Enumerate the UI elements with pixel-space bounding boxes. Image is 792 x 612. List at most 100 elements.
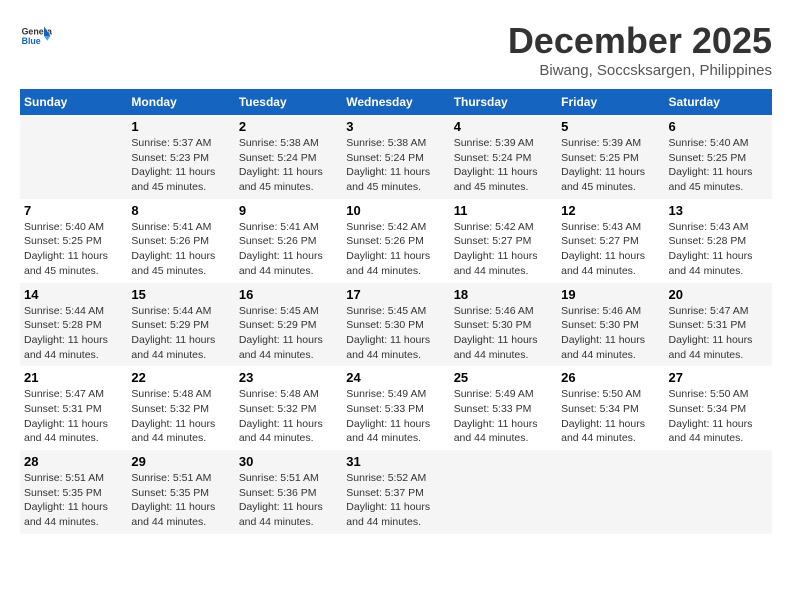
day-number: 21 <box>24 370 123 385</box>
day-number: 20 <box>669 287 768 302</box>
calendar-cell: 23 Sunrise: 5:48 AMSunset: 5:32 PMDayligh… <box>235 366 342 450</box>
day-info: Sunrise: 5:38 AMSunset: 5:24 PMDaylight:… <box>346 136 445 195</box>
weekday-header: Saturday <box>665 89 772 115</box>
weekday-header: Thursday <box>450 89 557 115</box>
day-number: 8 <box>131 203 230 218</box>
svg-text:Blue: Blue <box>22 36 41 46</box>
calendar-cell: 25 Sunrise: 5:49 AMSunset: 5:33 PMDayligh… <box>450 366 557 450</box>
day-info: Sunrise: 5:38 AMSunset: 5:24 PMDaylight:… <box>239 136 338 195</box>
logo-icon: General Blue <box>20 20 52 52</box>
calendar-body: 1 Sunrise: 5:37 AMSunset: 5:23 PMDaylight… <box>20 115 772 534</box>
calendar-week-row: 7 Sunrise: 5:40 AMSunset: 5:25 PMDaylight… <box>20 199 772 283</box>
day-number: 30 <box>239 454 338 469</box>
day-info: Sunrise: 5:44 AMSunset: 5:28 PMDaylight:… <box>24 304 123 363</box>
calendar-cell: 29 Sunrise: 5:51 AMSunset: 5:35 PMDayligh… <box>127 450 234 534</box>
day-number: 10 <box>346 203 445 218</box>
day-number: 12 <box>561 203 660 218</box>
day-info: Sunrise: 5:42 AMSunset: 5:26 PMDaylight:… <box>346 220 445 279</box>
calendar-cell: 17 Sunrise: 5:45 AMSunset: 5:30 PMDayligh… <box>342 283 449 367</box>
day-number: 2 <box>239 119 338 134</box>
calendar-cell: 14 Sunrise: 5:44 AMSunset: 5:28 PMDayligh… <box>20 283 127 367</box>
day-number: 17 <box>346 287 445 302</box>
day-number: 22 <box>131 370 230 385</box>
day-info: Sunrise: 5:41 AMSunset: 5:26 PMDaylight:… <box>131 220 230 279</box>
day-info: Sunrise: 5:40 AMSunset: 5:25 PMDaylight:… <box>669 136 768 195</box>
day-number: 29 <box>131 454 230 469</box>
calendar-cell: 22 Sunrise: 5:48 AMSunset: 5:32 PMDayligh… <box>127 366 234 450</box>
day-info: Sunrise: 5:41 AMSunset: 5:26 PMDaylight:… <box>239 220 338 279</box>
day-info: Sunrise: 5:51 AMSunset: 5:35 PMDaylight:… <box>131 471 230 530</box>
calendar-cell <box>665 450 772 534</box>
day-info: Sunrise: 5:50 AMSunset: 5:34 PMDaylight:… <box>669 387 768 446</box>
day-info: Sunrise: 5:37 AMSunset: 5:23 PMDaylight:… <box>131 136 230 195</box>
calendar-cell: 19Sunrise: 5:46 AMSunset: 5:30 PMDayligh… <box>557 283 664 367</box>
day-info: Sunrise: 5:45 AMSunset: 5:30 PMDaylight:… <box>346 304 445 363</box>
calendar-cell: 18 Sunrise: 5:46 AMSunset: 5:30 PMDayligh… <box>450 283 557 367</box>
weekday-header: Sunday <box>20 89 127 115</box>
day-number: 4 <box>454 119 553 134</box>
calendar-cell: 8 Sunrise: 5:41 AMSunset: 5:26 PMDaylight… <box>127 199 234 283</box>
month-title: December 2025 <box>508 20 772 62</box>
day-info: Sunrise: 5:40 AMSunset: 5:25 PMDaylight:… <box>24 220 123 279</box>
day-number: 16 <box>239 287 338 302</box>
calendar-cell: 27 Sunrise: 5:50 AMSunset: 5:34 PMDayligh… <box>665 366 772 450</box>
day-info: Sunrise: 5:39 AMSunset: 5:24 PMDaylight:… <box>454 136 553 195</box>
days-of-week-row: SundayMondayTuesdayWednesdayThursdayFrid… <box>20 89 772 115</box>
calendar-cell: 4 Sunrise: 5:39 AMSunset: 5:24 PMDaylight… <box>450 115 557 199</box>
day-info: Sunrise: 5:48 AMSunset: 5:32 PMDaylight:… <box>131 387 230 446</box>
day-info: Sunrise: 5:39 AMSunset: 5:25 PMDaylight:… <box>561 136 660 195</box>
weekday-header: Monday <box>127 89 234 115</box>
day-number: 6 <box>669 119 768 134</box>
day-number: 13 <box>669 203 768 218</box>
day-number: 14 <box>24 287 123 302</box>
page-header: General Blue December 2025 Biwang, Soccs… <box>20 20 772 79</box>
day-number: 11 <box>454 203 553 218</box>
calendar-cell: 11Sunrise: 5:42 AMSunset: 5:27 PMDayligh… <box>450 199 557 283</box>
calendar-cell: 6 Sunrise: 5:40 AMSunset: 5:25 PMDaylight… <box>665 115 772 199</box>
calendar-cell: 30Sunrise: 5:51 AMSunset: 5:36 PMDayligh… <box>235 450 342 534</box>
calendar-cell: 12 Sunrise: 5:43 AMSunset: 5:27 PMDayligh… <box>557 199 664 283</box>
calendar-table: SundayMondayTuesdayWednesdayThursdayFrid… <box>20 89 772 534</box>
calendar-cell: 3Sunrise: 5:38 AMSunset: 5:24 PMDaylight… <box>342 115 449 199</box>
day-number: 18 <box>454 287 553 302</box>
day-info: Sunrise: 5:48 AMSunset: 5:32 PMDaylight:… <box>239 387 338 446</box>
location-subtitle: Biwang, Soccsksargen, Philippines <box>508 62 772 79</box>
weekday-header: Friday <box>557 89 664 115</box>
day-number: 27 <box>669 370 768 385</box>
day-info: Sunrise: 5:46 AMSunset: 5:30 PMDaylight:… <box>454 304 553 363</box>
calendar-cell: 10 Sunrise: 5:42 AMSunset: 5:26 PMDayligh… <box>342 199 449 283</box>
weekday-header: Wednesday <box>342 89 449 115</box>
day-info: Sunrise: 5:44 AMSunset: 5:29 PMDaylight:… <box>131 304 230 363</box>
day-number: 23 <box>239 370 338 385</box>
day-info: Sunrise: 5:47 AMSunset: 5:31 PMDaylight:… <box>669 304 768 363</box>
day-number: 25 <box>454 370 553 385</box>
day-info: Sunrise: 5:46 AMSunset: 5:30 PMDaylight:… <box>561 304 660 363</box>
day-info: Sunrise: 5:51 AMSunset: 5:35 PMDaylight:… <box>24 471 123 530</box>
day-number: 28 <box>24 454 123 469</box>
day-info: Sunrise: 5:52 AMSunset: 5:37 PMDaylight:… <box>346 471 445 530</box>
calendar-header: SundayMondayTuesdayWednesdayThursdayFrid… <box>20 89 772 115</box>
day-info: Sunrise: 5:50 AMSunset: 5:34 PMDaylight:… <box>561 387 660 446</box>
calendar-week-row: 28 Sunrise: 5:51 AMSunset: 5:35 PMDayligh… <box>20 450 772 534</box>
calendar-cell: 15Sunrise: 5:44 AMSunset: 5:29 PMDayligh… <box>127 283 234 367</box>
calendar-cell: 9 Sunrise: 5:41 AMSunset: 5:26 PMDaylight… <box>235 199 342 283</box>
calendar-cell: 2 Sunrise: 5:38 AMSunset: 5:24 PMDaylight… <box>235 115 342 199</box>
calendar-cell: 28 Sunrise: 5:51 AMSunset: 5:35 PMDayligh… <box>20 450 127 534</box>
calendar-cell: 31Sunrise: 5:52 AMSunset: 5:37 PMDayligh… <box>342 450 449 534</box>
calendar-cell: 13 Sunrise: 5:43 AMSunset: 5:28 PMDayligh… <box>665 199 772 283</box>
day-info: Sunrise: 5:43 AMSunset: 5:27 PMDaylight:… <box>561 220 660 279</box>
title-area: December 2025 Biwang, Soccsksargen, Phil… <box>508 20 772 79</box>
weekday-header: Tuesday <box>235 89 342 115</box>
calendar-week-row: 21Sunrise: 5:47 AMSunset: 5:31 PMDayligh… <box>20 366 772 450</box>
calendar-cell <box>450 450 557 534</box>
day-info: Sunrise: 5:43 AMSunset: 5:28 PMDaylight:… <box>669 220 768 279</box>
day-number: 24 <box>346 370 445 385</box>
calendar-cell: 26Sunrise: 5:50 AMSunset: 5:34 PMDayligh… <box>557 366 664 450</box>
day-info: Sunrise: 5:49 AMSunset: 5:33 PMDaylight:… <box>454 387 553 446</box>
day-number: 9 <box>239 203 338 218</box>
day-number: 5 <box>561 119 660 134</box>
calendar-week-row: 1 Sunrise: 5:37 AMSunset: 5:23 PMDaylight… <box>20 115 772 199</box>
day-number: 1 <box>131 119 230 134</box>
calendar-cell <box>20 115 127 199</box>
day-number: 7 <box>24 203 123 218</box>
